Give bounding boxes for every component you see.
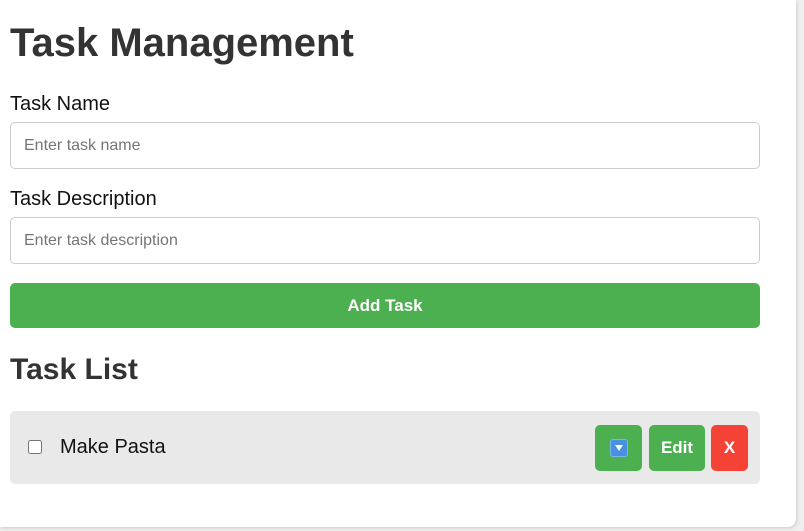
edit-task-button[interactable]: Edit (649, 425, 705, 471)
task-management-card: Task Management Task Name Task Descripti… (0, 0, 796, 527)
task-description-label: Task Description (10, 188, 157, 210)
page-title: Task Management (10, 21, 354, 65)
add-task-button[interactable]: Add Task (10, 283, 760, 328)
task-name: Make Pasta (60, 436, 166, 458)
delete-task-button[interactable]: X (711, 425, 748, 471)
task-name-input[interactable] (10, 122, 760, 169)
expand-task-button[interactable] (595, 425, 642, 471)
task-list-item: Make Pasta Edit X (10, 411, 760, 484)
task-complete-checkbox[interactable] (28, 440, 42, 454)
down-arrow-icon (609, 439, 628, 457)
task-description-input[interactable] (10, 217, 760, 264)
task-name-label: Task Name (10, 93, 111, 115)
task-list-title: Task List (10, 353, 138, 386)
